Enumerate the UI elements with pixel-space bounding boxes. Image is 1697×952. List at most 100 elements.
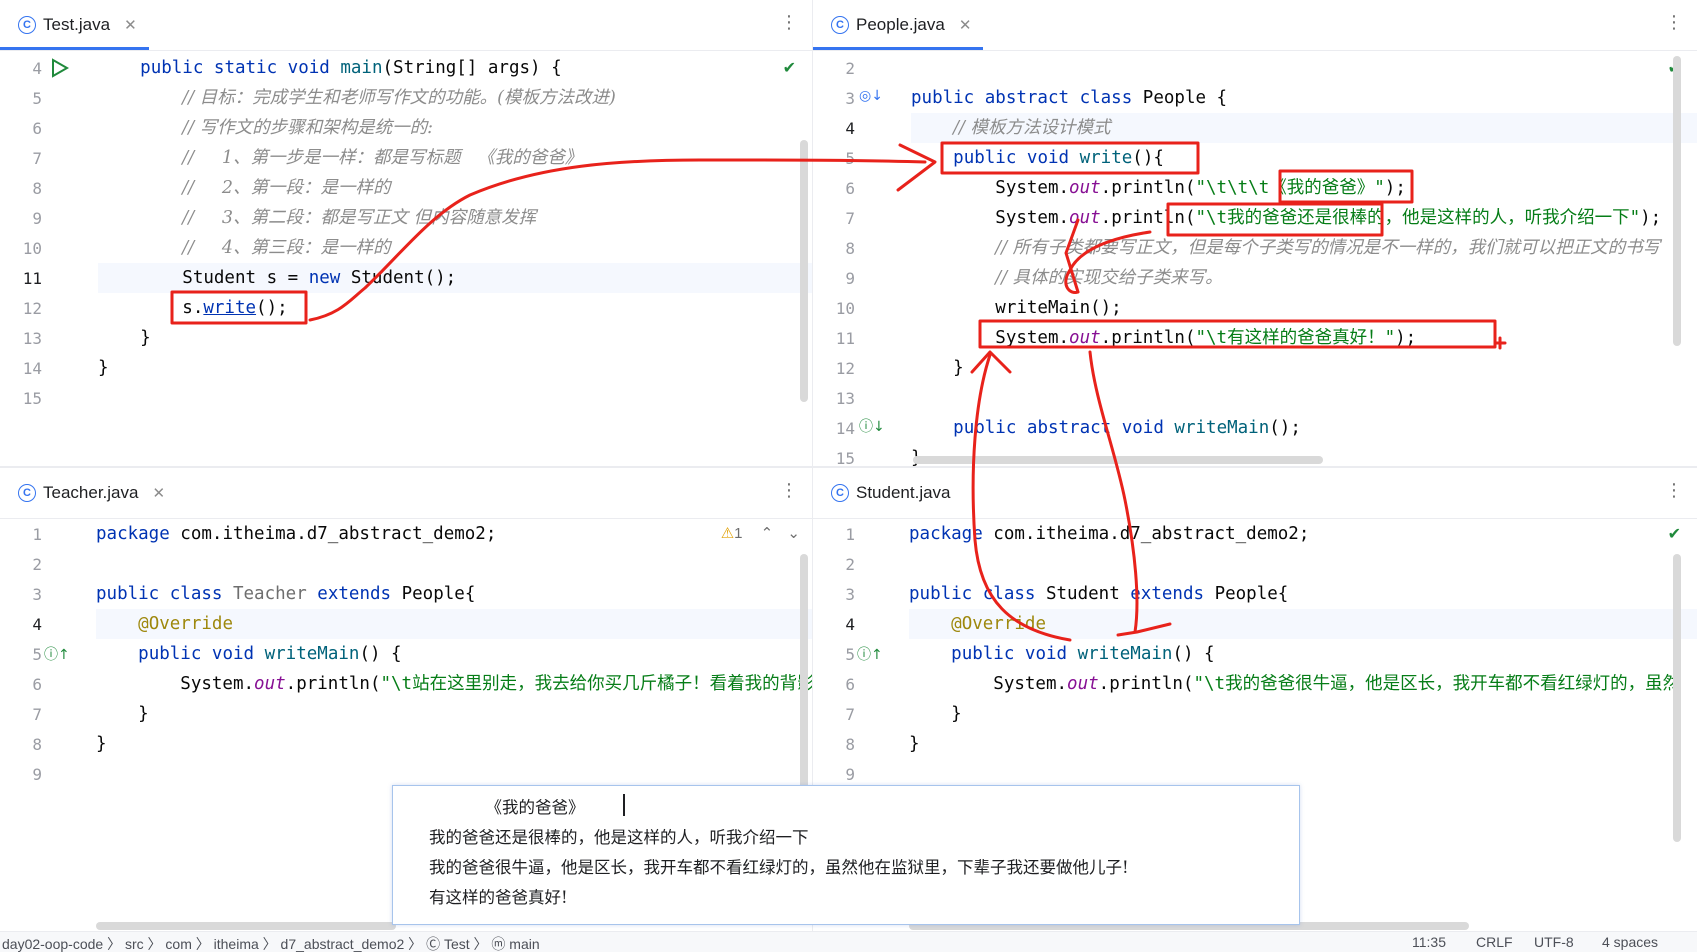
line-number[interactable]: 13 xyxy=(813,389,855,408)
code-line[interactable]: } xyxy=(98,323,812,353)
line-number[interactable]: 6 xyxy=(813,179,855,198)
code-line[interactable]: } xyxy=(96,729,812,759)
code-line[interactable]: public static void main(String[] args) { xyxy=(98,53,812,83)
code-area[interactable]: public static void main(String[] args) {… xyxy=(98,51,812,466)
implemented-icon[interactable]: ⓘ↓ xyxy=(859,416,885,436)
line-number[interactable]: 13 xyxy=(0,329,42,348)
run-icon[interactable] xyxy=(50,58,70,78)
line-number[interactable]: 2 xyxy=(813,59,855,78)
code-line[interactable]: public class Student extends People{ xyxy=(909,579,1697,609)
tab-people-java[interactable]: C People.java ✕ xyxy=(813,0,984,50)
pane-divider-horizontal[interactable] xyxy=(0,466,1697,468)
vertical-scrollbar[interactable] xyxy=(1673,554,1681,842)
line-number[interactable]: 9 xyxy=(813,269,855,288)
line-number[interactable]: 12 xyxy=(0,299,42,318)
code-line[interactable]: } xyxy=(98,353,812,383)
close-icon[interactable]: ✕ xyxy=(152,484,165,502)
line-number[interactable]: 7 xyxy=(0,705,42,724)
line-number[interactable]: 3 xyxy=(0,585,42,604)
line-number[interactable]: 7 xyxy=(813,705,855,724)
code-line[interactable]: Student s = new Student(); xyxy=(98,263,812,293)
line-number[interactable]: 4 xyxy=(813,615,855,634)
implemented-icon[interactable]: ◎↓ xyxy=(859,88,883,104)
tab-student-java[interactable]: C Student.java xyxy=(813,468,963,518)
line-number[interactable]: 3 xyxy=(813,89,855,108)
tab-teacher-java[interactable]: C Teacher.java ✕ xyxy=(0,468,177,518)
code-line[interactable]: System.out.println("\t我的爸爸很牛逼，他是区长，我开车都不… xyxy=(909,669,1697,699)
more-options-icon[interactable]: ⋮ xyxy=(1665,12,1683,33)
line-number[interactable]: 2 xyxy=(813,555,855,574)
line-number[interactable]: 11 xyxy=(813,329,855,348)
override-icon[interactable]: ⓘ↑ xyxy=(44,644,70,664)
code-line[interactable] xyxy=(909,549,1697,579)
code-line[interactable]: // 3、第二段：都是写正文 但内容随意发挥 xyxy=(98,203,812,233)
code-line[interactable]: } xyxy=(911,353,1697,383)
line-separator[interactable]: CRLF xyxy=(1476,934,1513,950)
line-number[interactable]: 15 xyxy=(0,389,42,408)
code-line[interactable]: @Override xyxy=(909,609,1697,639)
code-line[interactable] xyxy=(911,383,1697,413)
line-number[interactable]: 11 xyxy=(0,269,42,288)
line-number[interactable]: 15 xyxy=(813,449,855,466)
line-number[interactable]: 7 xyxy=(0,149,42,168)
code-line[interactable]: System.out.println("\t\t\t《我的爸爸》"); xyxy=(911,173,1697,203)
line-number[interactable]: 10 xyxy=(813,299,855,318)
vertical-scrollbar[interactable] xyxy=(800,140,808,402)
more-options-icon[interactable]: ⋮ xyxy=(780,480,798,501)
code-line[interactable]: // 2、第一段：是一样的 xyxy=(98,173,812,203)
code-line[interactable] xyxy=(98,383,812,413)
line-number[interactable]: 5 xyxy=(813,149,855,168)
breadcrumb[interactable]: day02-oop-code 〉 src 〉 com 〉 itheima 〉 d… xyxy=(2,934,540,952)
code-line[interactable] xyxy=(96,549,812,579)
horizontal-scrollbar[interactable] xyxy=(913,456,1323,464)
code-line[interactable]: @Override xyxy=(96,609,812,639)
code-line[interactable]: writeMain(); xyxy=(911,293,1697,323)
close-icon[interactable]: ✕ xyxy=(124,16,137,34)
line-number[interactable]: 5 xyxy=(813,645,855,664)
code-line[interactable]: // 4、第三段：是一样的 xyxy=(98,233,812,263)
caret-position[interactable]: 11:35 xyxy=(1412,934,1446,950)
line-number[interactable]: 6 xyxy=(813,675,855,694)
line-number[interactable]: 9 xyxy=(0,209,42,228)
code-line[interactable]: // 具体的实现交给子类来写。 xyxy=(911,263,1697,293)
code-line[interactable] xyxy=(911,53,1697,83)
close-icon[interactable]: ✕ xyxy=(959,16,972,34)
code-line[interactable]: public void writeMain() { xyxy=(96,639,812,669)
line-number[interactable]: 4 xyxy=(0,615,42,634)
line-number[interactable]: 8 xyxy=(813,735,855,754)
code-line[interactable]: package com.itheima.d7_abstract_demo2; xyxy=(909,519,1697,549)
more-options-icon[interactable]: ⋮ xyxy=(1665,480,1683,501)
more-options-icon[interactable]: ⋮ xyxy=(780,12,798,33)
code-line[interactable]: // 所有子类都要写正文，但是每个子类写的情况是不一样的，我们就可以把正文的书写 xyxy=(911,233,1697,263)
indent-setting[interactable]: 4 spaces xyxy=(1602,934,1658,950)
line-number[interactable]: 14 xyxy=(813,419,855,438)
line-number[interactable]: 5 xyxy=(0,89,42,108)
code-area[interactable]: public abstract class People { // 模板方法设计… xyxy=(911,51,1697,466)
horizontal-scrollbar[interactable] xyxy=(96,922,396,930)
line-number[interactable]: 14 xyxy=(0,359,42,378)
line-number[interactable]: 8 xyxy=(0,179,42,198)
code-line[interactable]: // 模板方法设计模式 xyxy=(911,113,1697,143)
line-number[interactable]: 5 xyxy=(0,645,42,664)
line-number[interactable]: 2 xyxy=(0,555,42,574)
line-number[interactable]: 6 xyxy=(0,119,42,138)
code-line[interactable]: // 写作文的步骤和架构是统一的: xyxy=(98,113,812,143)
code-line[interactable]: // 1、第一步是一样：都是写标题 《我的爸爸》 xyxy=(98,143,812,173)
code-line[interactable]: s.write(); xyxy=(98,293,812,323)
code-line[interactable]: public class Teacher extends People{ xyxy=(96,579,812,609)
line-number[interactable]: 4 xyxy=(0,59,42,78)
vertical-scrollbar[interactable] xyxy=(1673,56,1681,346)
line-number[interactable]: 10 xyxy=(0,239,42,258)
line-number[interactable]: 9 xyxy=(0,765,42,784)
line-number[interactable]: 12 xyxy=(813,359,855,378)
line-number[interactable]: 7 xyxy=(813,209,855,228)
line-number[interactable]: 3 xyxy=(813,585,855,604)
code-line[interactable]: } xyxy=(909,699,1697,729)
line-number[interactable]: 6 xyxy=(0,675,42,694)
override-icon[interactable]: ⓘ↑ xyxy=(857,644,883,664)
code-line[interactable]: public abstract class People { xyxy=(911,83,1697,113)
line-number[interactable]: 1 xyxy=(813,525,855,544)
tab-test-java[interactable]: C Test.java ✕ xyxy=(0,0,149,50)
code-line[interactable]: } xyxy=(96,699,812,729)
code-line[interactable]: } xyxy=(909,729,1697,759)
